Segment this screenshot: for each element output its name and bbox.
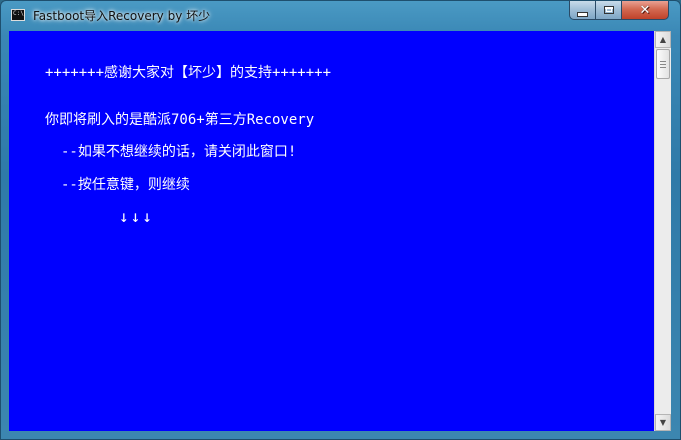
close-icon: ✕ (639, 2, 651, 18)
console-line-cancel-hint: --如果不想继续的话，请关闭此窗口! (61, 144, 297, 160)
thumb-grip-line (660, 61, 666, 62)
window-title: Fastboot导入Recovery by 坏少 (33, 9, 211, 23)
maximize-icon (603, 6, 614, 14)
window-bottom-border[interactable] (1, 431, 680, 439)
maximize-button[interactable] (595, 1, 622, 20)
scroll-up-icon: ▲ (659, 35, 667, 44)
console-line-continue-hint: --按任意键，则继续 (61, 177, 190, 193)
thumb-grip-line (660, 67, 666, 68)
console-line-flash-info: 你即将刷入的是酷派706+第三方Recovery (45, 112, 315, 128)
vertical-scrollbar[interactable]: ▲ ▼ (654, 31, 671, 431)
scroll-down-icon: ▼ (659, 418, 667, 427)
close-button[interactable]: ✕ (621, 1, 669, 20)
thumb-grip-line (660, 64, 666, 65)
console-line-thanks: +++++++感谢大家对【坏少】的支持+++++++ (45, 65, 332, 81)
console-line-arrows: ↓↓↓ (119, 207, 154, 226)
console-window: C:\ Fastboot导入Recovery by 坏少 ✕ +++++++感谢… (0, 0, 681, 440)
scroll-down-button[interactable]: ▼ (655, 414, 671, 431)
console-app-icon[interactable]: C:\ (11, 9, 25, 21)
minimize-button[interactable] (569, 1, 596, 20)
scroll-thumb[interactable] (656, 49, 670, 79)
console-app-icon-label: C:\ (13, 10, 24, 17)
minimize-icon (577, 11, 588, 17)
title-bar[interactable]: C:\ Fastboot导入Recovery by 坏少 ✕ (1, 1, 680, 31)
console-output[interactable]: +++++++感谢大家对【坏少】的支持+++++++ 你即将刷入的是酷派706+… (9, 31, 654, 431)
scroll-up-button[interactable]: ▲ (655, 31, 671, 48)
